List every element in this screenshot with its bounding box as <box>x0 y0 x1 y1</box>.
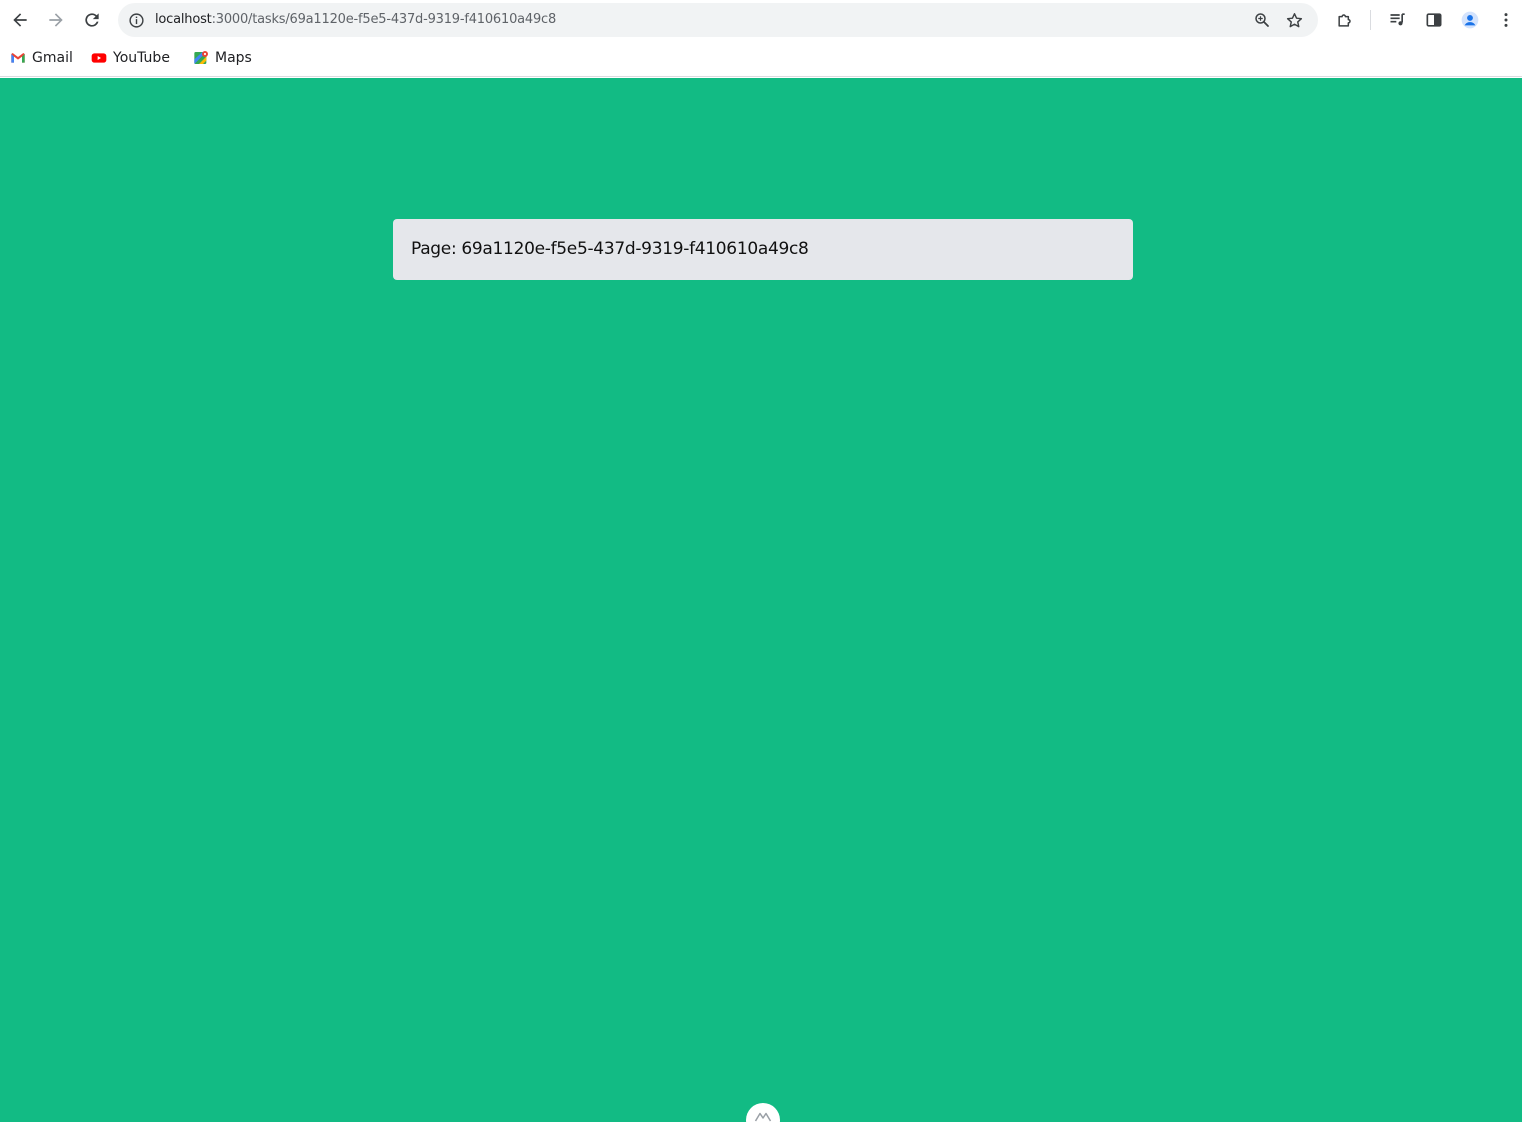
logo-icon <box>754 1112 772 1122</box>
profile-button[interactable] <box>1456 6 1484 34</box>
profile-avatar-icon <box>1461 11 1479 29</box>
reload-icon <box>85 13 99 27</box>
bookmark-maps[interactable]: Maps <box>193 47 252 69</box>
bookmark-label: YouTube <box>113 50 170 66</box>
browser-toolbar: localhost:3000/tasks/69a1120e-f5e5-437d-… <box>0 0 1522 40</box>
browser-menu-button[interactable] <box>1492 6 1520 34</box>
media-control-icon <box>1390 13 1405 26</box>
youtube-icon <box>91 50 107 66</box>
url-text[interactable]: localhost:3000/tasks/69a1120e-f5e5-437d-… <box>155 11 556 29</box>
info-icon <box>128 12 144 28</box>
arrow-right-icon <box>49 13 63 27</box>
kebab-menu-icon <box>1504 13 1508 27</box>
url-host: localhost <box>155 12 212 27</box>
page-id-card: Page: 69a1120e-f5e5-437d-9319-f410610a49c… <box>393 219 1133 280</box>
side-panel-button[interactable] <box>1420 6 1448 34</box>
bookmark-label: Maps <box>215 50 252 66</box>
address-bar[interactable]: localhost:3000/tasks/69a1120e-f5e5-437d-… <box>118 3 1318 37</box>
forward-button[interactable] <box>42 6 70 34</box>
zoom-button[interactable] <box>1251 9 1273 31</box>
floating-logo-button[interactable] <box>746 1103 780 1122</box>
url-path: :3000/tasks/69a1120e-f5e5-437d-9319-f410… <box>211 12 557 27</box>
bookmark-star-button[interactable] <box>1283 9 1305 31</box>
gmail-icon <box>10 50 26 66</box>
maps-icon <box>193 50 209 66</box>
reload-button[interactable] <box>78 6 106 34</box>
site-info-button[interactable] <box>126 10 146 30</box>
page-id-text: Page: 69a1120e-f5e5-437d-9319-f410610a49c… <box>411 238 809 260</box>
side-panel-icon <box>1426 13 1442 27</box>
star-icon <box>1286 12 1302 27</box>
back-button[interactable] <box>6 6 34 34</box>
arrow-left-icon <box>13 13 27 27</box>
bookmark-label: Gmail <box>32 50 73 66</box>
page-id-prefix: Page: <box>411 239 457 259</box>
extensions-button[interactable] <box>1331 6 1359 34</box>
media-control-button[interactable] <box>1384 6 1412 34</box>
bookmark-gmail[interactable]: Gmail <box>10 47 73 69</box>
bookmark-youtube[interactable]: YouTube <box>91 47 170 69</box>
page-id-value: 69a1120e-f5e5-437d-9319-f410610a49c8 <box>461 239 809 259</box>
zoom-icon <box>1255 13 1269 27</box>
puzzle-icon <box>1338 14 1351 27</box>
page-viewport: Page: 69a1120e-f5e5-437d-9319-f410610a49c… <box>0 78 1522 1122</box>
bookmarks-bar: Gmail YouTube Maps <box>0 40 1522 77</box>
toolbar-divider <box>1370 10 1371 30</box>
